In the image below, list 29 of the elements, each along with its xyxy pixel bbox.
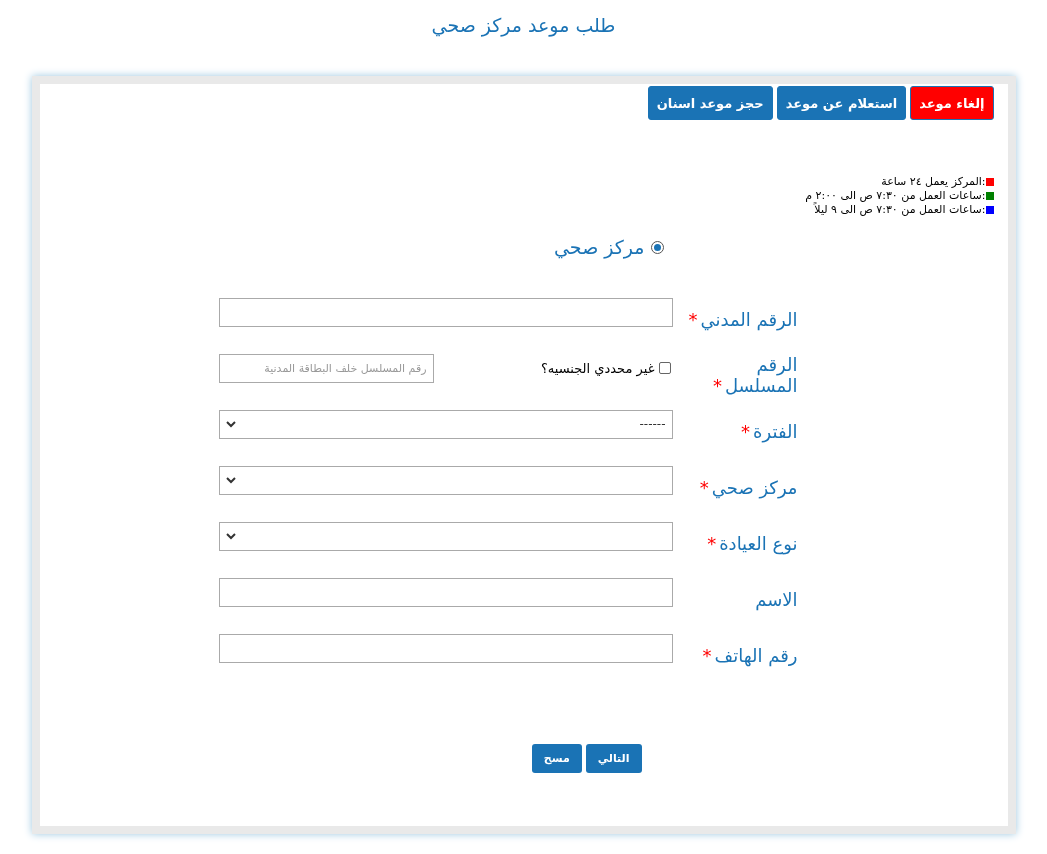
action-button[interactable]: استعلام عن موعد (776, 86, 907, 120)
select-field[interactable]: ------ (218, 409, 673, 439)
field-label: مركز صحي * (698, 475, 798, 498)
chevron-down-icon (225, 476, 236, 484)
page-title: طلب موعد مركز صحي (431, 14, 616, 39)
select-field[interactable] (218, 465, 673, 495)
field-label: رقم الهاتف * (701, 643, 798, 666)
cancel-button[interactable]: إلغاء موعد (910, 86, 994, 120)
chevron-down-icon (225, 532, 236, 540)
next-button[interactable]: التالي (585, 744, 642, 773)
input-field[interactable]: رقم المسلسل خلف البطاقة المدنية (218, 353, 434, 383)
legend-text: :المركز يعمل ٢٤ ساعة (881, 175, 986, 188)
radio-label: مركز صحي (554, 236, 645, 258)
field-label: الاسم (754, 587, 798, 610)
action-button[interactable]: حجز موعد اسنان (647, 86, 773, 120)
legend-text: :ساعات العمل من ٧:٣٠ ص الى ٢:٠٠ م (805, 189, 986, 202)
legend-text: :ساعات العمل من ٧:٣٠ ص الى ٩ ليلاً (814, 203, 986, 216)
input-field[interactable] (218, 297, 673, 327)
clear-button[interactable]: مسح (531, 744, 582, 773)
field-label: الفترة * (740, 419, 798, 442)
checkbox[interactable] (658, 362, 671, 374)
input-field[interactable] (218, 577, 673, 607)
chevron-down-icon (225, 420, 236, 428)
input-field[interactable] (218, 633, 673, 663)
field-label: الرقم المدني * (687, 307, 798, 330)
field-label: الرقم المسلسل * (711, 353, 798, 396)
checkbox-label: غير محددي الجنسيه؟ (540, 360, 655, 376)
field-label: نوع العيادة * (706, 531, 798, 554)
select-field[interactable] (218, 521, 673, 551)
